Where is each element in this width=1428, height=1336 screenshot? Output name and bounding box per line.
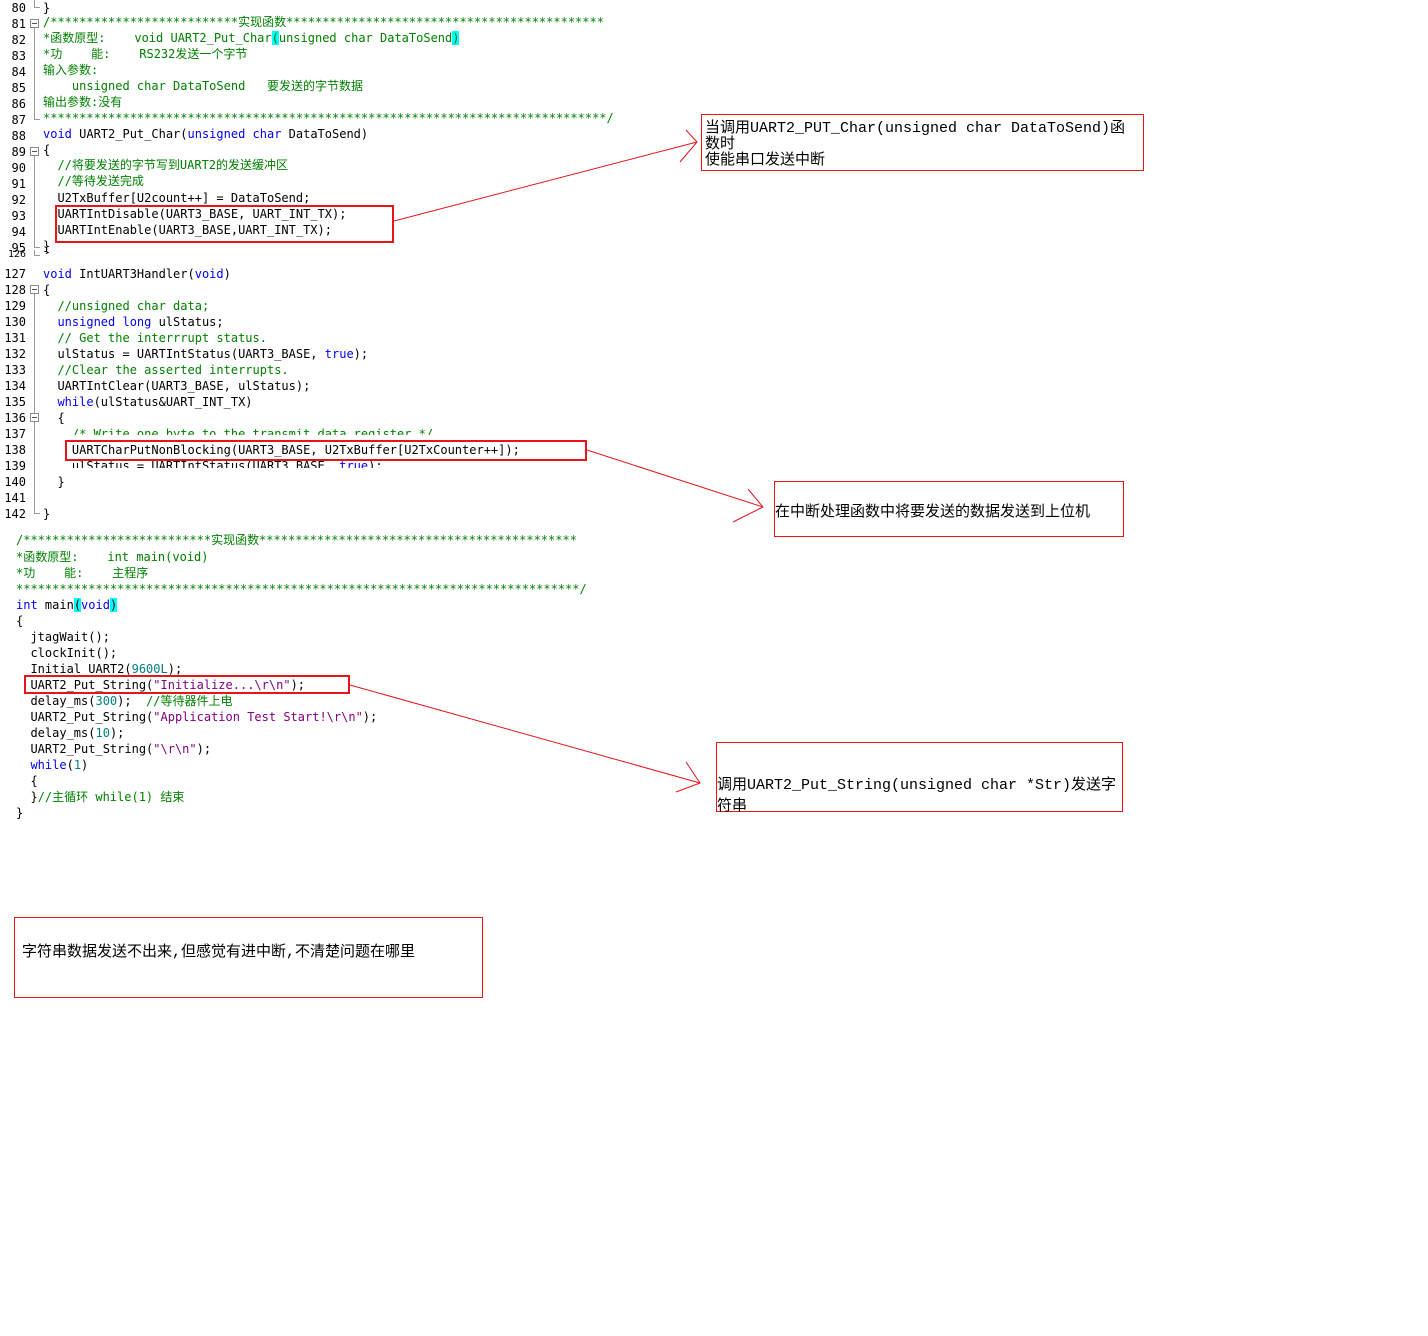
note-text: 使能串口发送中断 bbox=[705, 152, 826, 169]
note-text: 字符串数据发送不出来,但感觉有进中断,不清楚问题在哪里 bbox=[22, 944, 416, 961]
note-text: 当调用UART2_PUT_Char(unsigned char DataToSe… bbox=[705, 120, 1126, 153]
annotation-arrows bbox=[349, 129, 764, 793]
arrow-line-1 bbox=[393, 141, 698, 222]
note-text: 调用UART2_Put_String(unsigned char *Str)发送… bbox=[717, 777, 1117, 815]
note-enable-tx-interrupt: 当调用UART2_PUT_Char(unsigned char DataToSe… bbox=[701, 114, 1144, 171]
note-text: 在中断处理函数中将要发送的数据发送到上位机 bbox=[775, 504, 1091, 521]
note-put-string: 调用UART2_Put_String(unsigned char *Str)发送… bbox=[716, 742, 1123, 815]
arrow-line-3 bbox=[349, 684, 701, 784]
note-problem-description: 字符串数据发送不出来,但感觉有进中断,不清楚问题在哪里 bbox=[14, 917, 483, 998]
arrow-line-2 bbox=[586, 449, 764, 508]
note-isr-send: 在中断处理函数中将要发送的数据发送到上位机 bbox=[774, 481, 1124, 537]
